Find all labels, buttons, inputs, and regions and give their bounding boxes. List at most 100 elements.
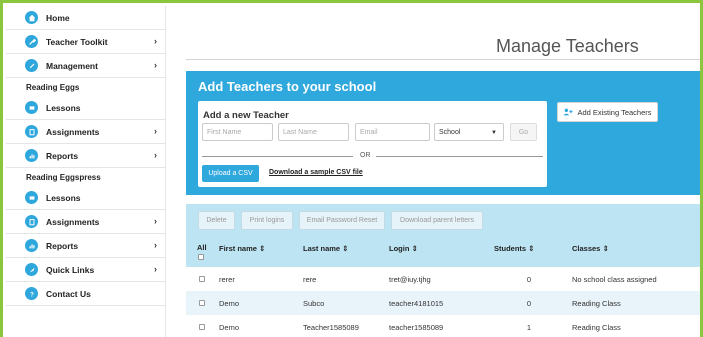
- sidebar-item-label: Reports: [46, 150, 79, 161]
- chevron-right-icon: ›: [154, 150, 157, 160]
- row-checkbox[interactable]: [199, 324, 205, 330]
- login-cell: tret@iuy.tjhg: [389, 275, 431, 284]
- divider: [186, 59, 700, 60]
- sidebar-item-quick-links[interactable]: Quick Links ›: [6, 258, 165, 282]
- first-name-cell: Demo: [219, 299, 240, 308]
- row-checkbox[interactable]: [199, 300, 205, 306]
- table-row: rerer rere tret@iuy.tjhg 0 No school cla…: [186, 267, 700, 291]
- go-button[interactable]: Go: [510, 123, 537, 141]
- download-parent-letters-button[interactable]: Download parent letters: [391, 211, 483, 230]
- table-row: Demo Subco teacher4181015 0 Reading Clas…: [186, 291, 700, 315]
- students-cell: 1: [526, 323, 531, 332]
- sidebar-item-label: Quick Links: [46, 264, 95, 275]
- first-name-header[interactable]: First name ⇕: [219, 244, 265, 253]
- bar-chart-icon: [25, 239, 38, 252]
- first-name-input[interactable]: First Name: [202, 123, 273, 141]
- sidebar-item-label: Reports: [46, 240, 79, 251]
- app-frame: Home Teacher Toolkit › Management › Read…: [0, 0, 703, 337]
- sidebar-item-label: Lessons: [46, 102, 81, 113]
- students-header[interactable]: Students ⇕: [494, 244, 534, 253]
- sidebar-item-teacher-toolkit[interactable]: Teacher Toolkit ›: [6, 30, 165, 54]
- sidebar-item-re-lessons[interactable]: Lessons: [6, 96, 165, 120]
- last-name-cell: Subco: [303, 299, 325, 308]
- chevron-right-icon: ›: [154, 60, 157, 70]
- home-icon: [25, 11, 38, 24]
- clipboard-icon: [25, 215, 38, 228]
- clipboard-icon: [25, 125, 38, 138]
- sidebar-item-ep-reports[interactable]: Reports ›: [6, 234, 165, 258]
- sidebar-item-label: Teacher Toolkit: [46, 36, 108, 47]
- classes-cell: Reading Class: [572, 323, 621, 332]
- lessons-icon: [25, 191, 38, 204]
- sidebar-item-re-reports[interactable]: Reports ›: [6, 144, 165, 168]
- school-select[interactable]: School ▼: [434, 123, 504, 141]
- section-heading-reading-eggspress: Reading Eggspress: [26, 172, 101, 182]
- last-name-cell: rere: [303, 275, 317, 284]
- lessons-icon: [25, 101, 38, 114]
- select-all-checkbox[interactable]: [198, 254, 204, 260]
- add-existing-teachers-label: Add Existing Teachers: [577, 107, 652, 117]
- last-name-cell: Teacher1585089: [303, 323, 359, 332]
- print-logins-button[interactable]: Print logins: [241, 211, 293, 230]
- sidebar-item-label: Management: [46, 60, 98, 71]
- sidebar-item-re-assignments[interactable]: Assignments ›: [6, 120, 165, 144]
- bar-chart-icon: [25, 149, 38, 162]
- sidebar-item-ep-assignments[interactable]: Assignments ›: [6, 210, 165, 234]
- sidebar-item-ep-lessons[interactable]: Lessons: [6, 186, 165, 210]
- table-toolbar: Delete Print logins Email Password Reset…: [198, 211, 483, 230]
- sidebar-item-label: Contact Us: [46, 288, 91, 299]
- select-all-label: All: [197, 243, 207, 252]
- page-title: Manage Teachers: [496, 36, 639, 56]
- caret-down-icon: ▼: [491, 130, 497, 136]
- table-header: All First name ⇕ Last name ⇕ Login ⇕ Stu…: [186, 239, 700, 267]
- classes-cell: No school class assigned: [572, 275, 657, 284]
- classes-header[interactable]: Classes ⇕: [572, 244, 609, 253]
- or-label: OR: [360, 152, 371, 159]
- teachers-table-panel: Delete Print logins Email Password Reset…: [186, 204, 700, 337]
- section-heading-reading-eggs: Reading Eggs: [26, 82, 80, 92]
- pencil-icon: [25, 59, 38, 72]
- add-existing-teachers-button[interactable]: Add Existing Teachers: [557, 102, 658, 122]
- chevron-right-icon: ›: [154, 216, 157, 226]
- sidebar-item-label: Assignments: [46, 126, 100, 137]
- svg-text:?: ?: [30, 291, 34, 298]
- login-cell: teacher1585089: [389, 323, 444, 332]
- chevron-right-icon: ›: [154, 264, 157, 274]
- first-name-cell: rerer: [219, 275, 235, 284]
- new-teacher-card: Add a new Teacher First Name Last Name E…: [198, 101, 547, 187]
- sidebar-item-label: Assignments: [46, 216, 100, 227]
- question-icon: ?: [25, 287, 38, 300]
- add-teachers-heading: Add Teachers to your school: [198, 79, 377, 94]
- sidebar-item-home[interactable]: Home: [6, 6, 165, 30]
- new-teacher-heading: Add a new Teacher: [203, 110, 289, 121]
- row-checkbox[interactable]: [199, 276, 205, 282]
- first-name-cell: Demo: [219, 323, 240, 332]
- chevron-right-icon: ›: [154, 126, 157, 136]
- upload-csv-button[interactable]: Upload a CSV: [202, 165, 259, 182]
- rocket-icon: [25, 263, 38, 276]
- sidebar: Home Teacher Toolkit › Management › Read…: [6, 6, 166, 337]
- sidebar-item-contact-us[interactable]: ? Contact Us: [6, 282, 165, 306]
- download-sample-csv-link[interactable]: Download a sample CSV file: [269, 169, 363, 176]
- delete-button[interactable]: Delete: [198, 211, 235, 230]
- email-password-reset-button[interactable]: Email Password Reset: [299, 211, 385, 230]
- last-name-input[interactable]: Last Name: [278, 123, 349, 141]
- toolkit-icon: [25, 35, 38, 48]
- classes-cell: Reading Class: [572, 299, 621, 308]
- table-row: Demo Teacher1585089 teacher1585089 1 Rea…: [186, 315, 700, 337]
- chevron-right-icon: ›: [154, 36, 157, 46]
- add-user-icon: [563, 108, 574, 116]
- last-name-header[interactable]: Last name ⇕: [303, 244, 348, 253]
- sidebar-item-management[interactable]: Management ›: [6, 54, 165, 78]
- chevron-right-icon: ›: [154, 240, 157, 250]
- sidebar-item-label: Lessons: [46, 192, 81, 203]
- school-select-value: School: [439, 128, 461, 136]
- divider: [202, 156, 353, 157]
- sidebar-item-label: Home: [46, 12, 70, 23]
- login-header[interactable]: Login ⇕: [389, 244, 418, 253]
- add-teachers-panel: Add Teachers to your school Add a new Te…: [186, 71, 700, 195]
- login-cell: teacher4181015: [389, 299, 444, 308]
- divider: [376, 156, 543, 157]
- students-cell: 0: [526, 275, 531, 284]
- email-input[interactable]: Email: [355, 123, 430, 141]
